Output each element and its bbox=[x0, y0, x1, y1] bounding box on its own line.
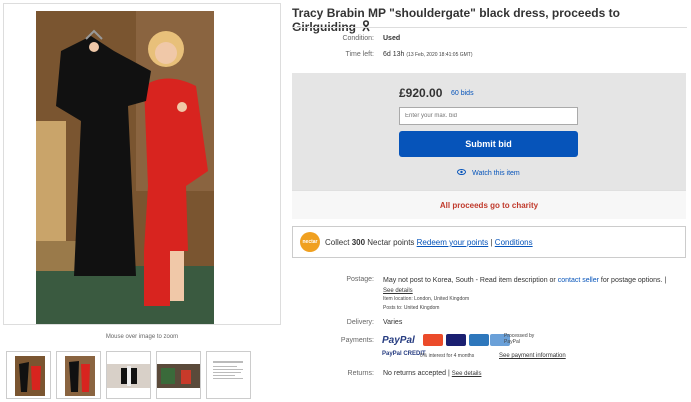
paypal-logo: PayPal bbox=[382, 335, 415, 346]
processed-by-paypal: Processed by PayPal bbox=[504, 333, 535, 345]
charity-text: All proceeds go to charity bbox=[439, 201, 539, 210]
see-payment-information-link[interactable]: See payment information bbox=[499, 353, 566, 359]
postage-line2: postage options. bbox=[611, 277, 663, 284]
main-photo[interactable] bbox=[36, 11, 214, 324]
paypal-credit-text: 0% interest for 4 months bbox=[420, 353, 475, 359]
postage-suffix: for bbox=[600, 277, 610, 284]
returns-see-details-link[interactable]: See details bbox=[452, 371, 482, 377]
returns-info: No returns accepted | See details bbox=[383, 370, 482, 377]
max-bid-input[interactable] bbox=[399, 107, 578, 125]
postage-value: May not post to Korea, South - Read item… bbox=[383, 277, 556, 284]
redeem-points-link[interactable]: Redeem your points bbox=[417, 238, 489, 247]
contact-seller-link[interactable]: contact seller bbox=[558, 277, 599, 284]
time-left-label: Time left: bbox=[345, 51, 374, 58]
nectar-points-suffix: Nectar points bbox=[367, 238, 415, 247]
condition-value: Used bbox=[383, 35, 401, 42]
nectar-text: Collect 300 Nectar points Redeem your po… bbox=[325, 238, 533, 247]
postage-info: May not post to Korea, South - Read item… bbox=[383, 277, 667, 294]
delivery-label: Delivery: bbox=[346, 319, 374, 326]
returns-label: Returns: bbox=[347, 370, 374, 377]
eye-icon bbox=[457, 169, 467, 177]
conditions-link[interactable]: Conditions bbox=[495, 238, 533, 247]
nectar-points-value: 300 bbox=[351, 238, 366, 247]
amex-icon bbox=[469, 334, 489, 346]
title-divider bbox=[292, 27, 687, 28]
mastercard-icon bbox=[423, 334, 443, 346]
delivery-value: Varies bbox=[383, 319, 403, 326]
listing-title: Tracy Brabin MP "shouldergate" black dre… bbox=[292, 6, 687, 35]
main-image-frame[interactable] bbox=[3, 3, 281, 325]
thumbnail-5-image bbox=[211, 358, 248, 394]
current-price: £920.00 bbox=[399, 86, 443, 100]
listing-title-text: Tracy Brabin MP "shouldergate" black dre… bbox=[292, 6, 620, 34]
visa-icon bbox=[446, 334, 466, 346]
payments-label: Payments: bbox=[340, 337, 374, 344]
time-left-detail: (13 Feb, 2020 18:41:05 GMT) bbox=[406, 52, 473, 58]
thumbnail-4-image bbox=[157, 364, 200, 388]
item-location: Item location: London, United Kingdom bbox=[383, 296, 470, 302]
submit-bid-button[interactable]: Submit bid bbox=[399, 131, 578, 157]
image-gallery: Mouse over image to zoom bbox=[3, 3, 283, 401]
watch-item-link[interactable]: Watch this item bbox=[399, 169, 578, 177]
condition-label: Condition: bbox=[342, 35, 374, 42]
time-left-value: 6d 13h bbox=[383, 51, 405, 58]
time-left: 6d 13h (13 Feb, 2020 18:41:05 GMT) bbox=[383, 51, 473, 58]
posts-to: Posts to: United Kingdom bbox=[383, 305, 440, 311]
thumbnail-strip bbox=[6, 351, 251, 399]
zoom-hint: Mouse over image to zoom bbox=[105, 334, 179, 340]
bid-count-link[interactable]: 60 bids bbox=[451, 90, 474, 97]
nectar-logo: nectar bbox=[300, 232, 320, 252]
thumbnail-1-image bbox=[15, 356, 45, 396]
thumbnail-5[interactable] bbox=[206, 351, 251, 399]
returns-value: No returns accepted bbox=[383, 370, 447, 377]
thumbnail-2-image bbox=[65, 356, 95, 396]
dress-photo bbox=[36, 11, 214, 324]
postage-label: Postage: bbox=[346, 276, 374, 283]
nectar-separator: | bbox=[490, 238, 493, 247]
thumbnail-2[interactable] bbox=[56, 351, 101, 399]
thumbnail-4[interactable] bbox=[156, 351, 201, 399]
watch-item-label: Watch this item bbox=[472, 169, 520, 177]
thumbnail-1[interactable] bbox=[6, 351, 51, 399]
nectar-collect-prefix: Collect bbox=[325, 238, 350, 247]
thumbnail-3-image bbox=[107, 364, 150, 388]
thumbnail-3[interactable] bbox=[106, 351, 151, 399]
postage-see-details-link[interactable]: See details bbox=[383, 288, 413, 294]
